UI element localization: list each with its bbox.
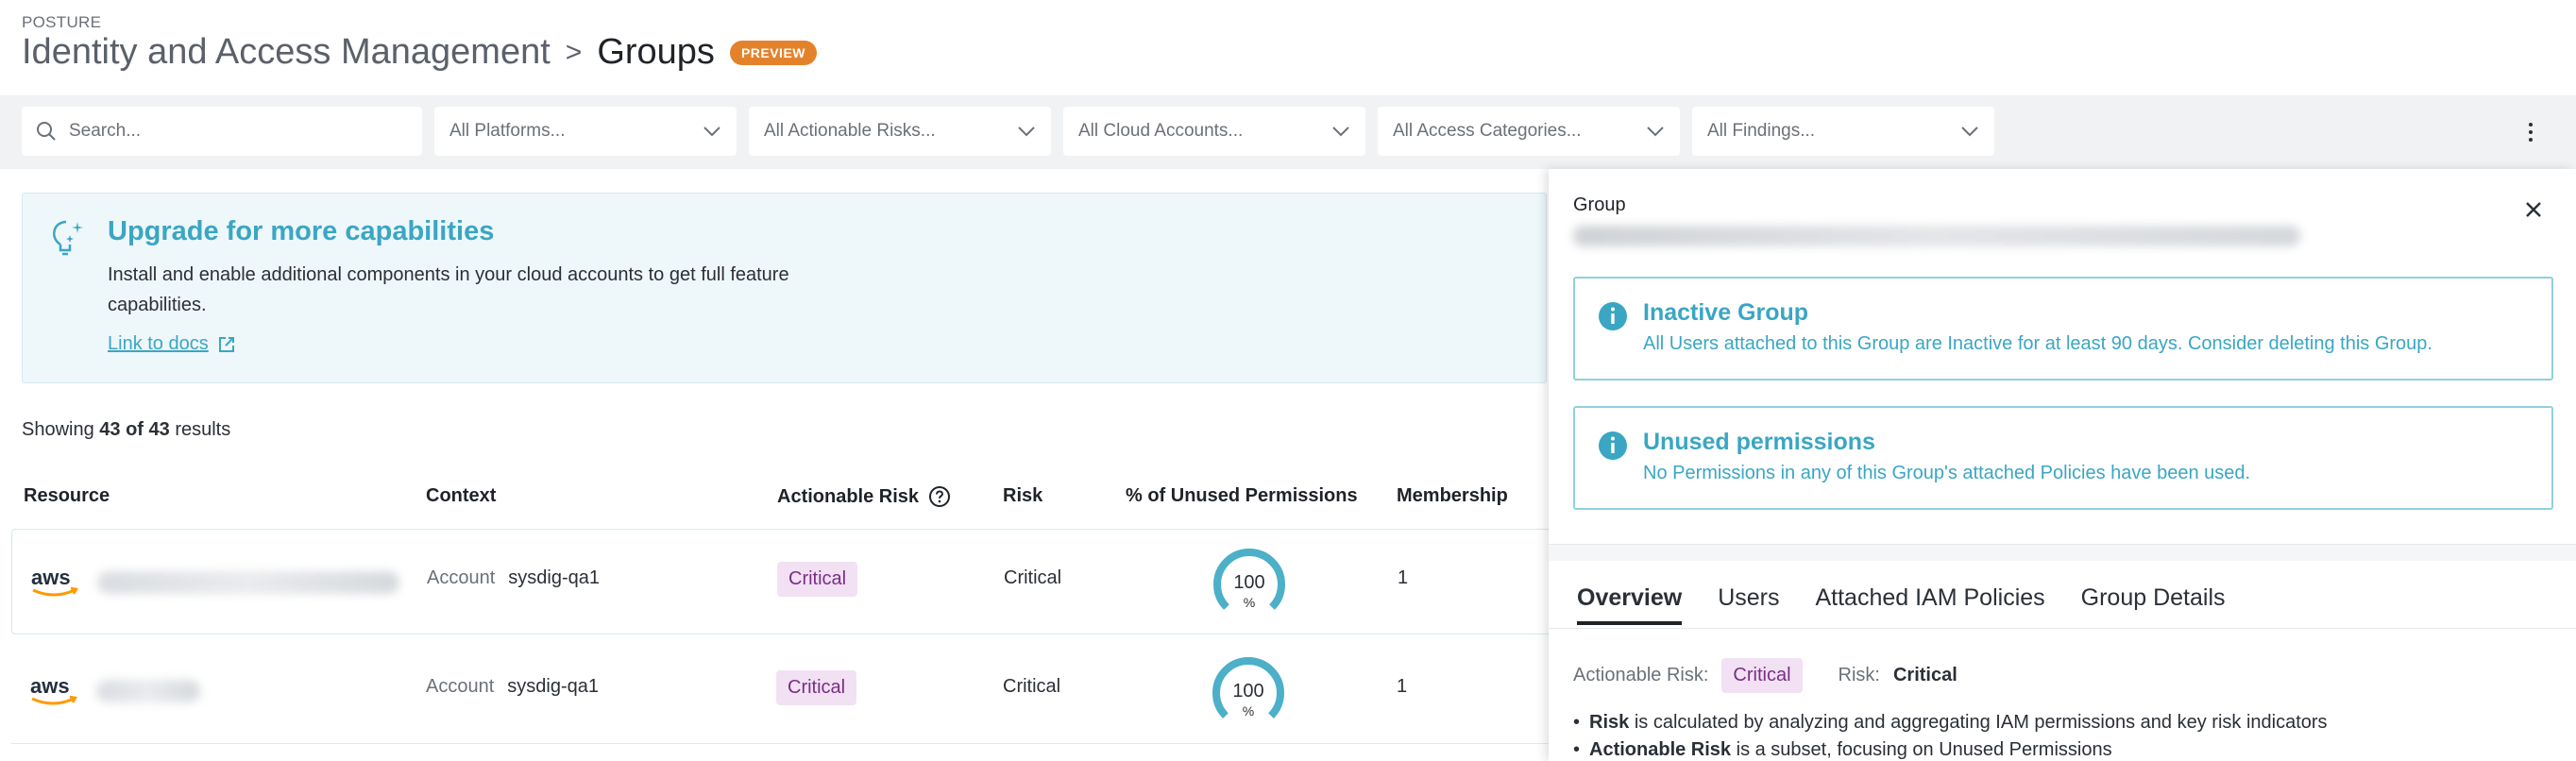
chevron-down-icon: [1647, 127, 1664, 137]
list-item: Actionable Risk is a subset, focusing on…: [1573, 736, 2328, 761]
search-box[interactable]: [22, 107, 422, 156]
gauge-value: 100: [1233, 572, 1264, 593]
svg-text:aws: aws: [31, 566, 71, 589]
unused-permissions-gauge: 100 %: [1212, 657, 1284, 719]
info-icon: [1599, 431, 1627, 460]
critical-badge: Critical: [777, 562, 858, 597]
risk-value: Critical: [1892, 665, 1957, 685]
risk-summary: Actionable Risk: Critical Risk: Critical: [1573, 658, 1957, 693]
more-options-icon[interactable]: [2519, 118, 2542, 146]
actionable-risks-dropdown-label: All Actionable Risks...: [764, 121, 936, 141]
tabs-divider: [1549, 628, 2576, 629]
close-icon[interactable]: [2523, 199, 2544, 220]
unused-permissions-gauge: 100 %: [1213, 549, 1285, 610]
search-icon: [37, 122, 56, 141]
section-divider: [1549, 544, 2576, 561]
eyebrow-label: POSTURE: [22, 13, 102, 31]
breadcrumb-separator: >: [565, 36, 583, 68]
drawer-label: Group: [1573, 194, 1626, 215]
column-header-actionable-risk[interactable]: Actionable Risk: [777, 485, 951, 508]
alert-text: All Users attached to this Group are Ina…: [1643, 333, 2432, 354]
gauge-unit: %: [1244, 595, 1255, 610]
breadcrumb-section[interactable]: Identity and Access Management: [22, 32, 551, 73]
page-title: Groups: [597, 32, 715, 72]
column-header-risk[interactable]: Risk: [1003, 485, 1042, 507]
aws-logo-icon: aws: [31, 566, 79, 597]
chevron-down-icon: [1961, 127, 1978, 137]
preview-badge: PREVIEW: [729, 40, 818, 65]
platforms-dropdown-label: All Platforms...: [449, 121, 566, 141]
svg-text:aws: aws: [30, 674, 70, 698]
column-header-resource[interactable]: Resource: [24, 485, 110, 507]
column-header-membership[interactable]: Membership: [1397, 485, 1508, 507]
inactive-group-alert: Inactive Group All Users attached to thi…: [1573, 277, 2553, 380]
membership-cell: 1: [1398, 567, 1409, 588]
alert-title: Unused permissions: [1643, 429, 1875, 455]
page-header: POSTURE Identity and Access Management >…: [0, 0, 2576, 95]
group-detail-drawer: Group Inactive Group All Users attached …: [1549, 169, 2576, 761]
drawer-tabs: Overview Users Attached IAM Policies Gro…: [1577, 584, 2226, 625]
chevron-down-icon: [1018, 127, 1035, 137]
upgrade-banner: Upgrade for more capabilities Install an…: [22, 193, 1547, 383]
actionable-risks-dropdown[interactable]: All Actionable Risks...: [749, 107, 1051, 156]
alert-title: Inactive Group: [1643, 299, 1809, 326]
banner-text: Install and enable additional components…: [108, 264, 789, 315]
access-categories-dropdown[interactable]: All Access Categories...: [1378, 107, 1680, 156]
results-count-value: 43 of 43: [99, 419, 170, 440]
breadcrumb: Identity and Access Management > Groups …: [22, 32, 818, 73]
risk-cell: Critical: [1003, 676, 1061, 697]
actionable-risk-cell: Critical: [776, 670, 857, 705]
resource-name-redacted[interactable]: [96, 680, 200, 702]
platforms-dropdown[interactable]: All Platforms...: [434, 107, 737, 156]
critical-badge: Critical: [1721, 658, 1803, 693]
list-item: Risk is calculated by analyzing and aggr…: [1573, 709, 2328, 736]
tab-attached-iam-policies[interactable]: Attached IAM Policies: [1815, 584, 2044, 625]
context-account: sysdig-qa1: [507, 676, 599, 697]
banner-title: Upgrade for more capabilities: [108, 216, 495, 246]
table-row[interactable]: aws Account sysdig-qa1 Critical Critical…: [11, 638, 1551, 744]
filter-bar: All Platforms... All Actionable Risks...…: [0, 95, 2576, 169]
cloud-accounts-dropdown[interactable]: All Cloud Accounts...: [1063, 107, 1365, 156]
critical-badge: Critical: [776, 670, 857, 705]
context-cell: Account sysdig-qa1: [426, 676, 599, 697]
alert-text: No Permissions in any of this Group's at…: [1643, 463, 2251, 483]
results-count: Showing 43 of 43 results: [22, 419, 231, 440]
docs-link-label: Link to docs: [108, 333, 209, 354]
findings-dropdown[interactable]: All Findings...: [1692, 107, 1994, 156]
column-header-unused-permissions[interactable]: % of Unused Permissions: [1126, 485, 1358, 507]
tab-group-details[interactable]: Group Details: [2081, 584, 2226, 625]
column-header-context[interactable]: Context: [426, 485, 496, 507]
membership-cell: 1: [1397, 676, 1408, 697]
cloud-accounts-dropdown-label: All Cloud Accounts...: [1078, 121, 1244, 141]
chevron-down-icon: [1332, 127, 1349, 137]
risk-explanation-list: Risk is calculated by analyzing and aggr…: [1573, 709, 2328, 761]
gauge-unit: %: [1243, 703, 1254, 719]
info-icon: [1599, 302, 1627, 330]
tab-users[interactable]: Users: [1718, 584, 1779, 625]
help-icon[interactable]: [928, 485, 951, 508]
search-input[interactable]: [69, 121, 390, 142]
findings-dropdown-label: All Findings...: [1707, 121, 1816, 141]
resource-name-redacted[interactable]: [97, 571, 399, 594]
actionable-risk-cell: Critical: [777, 562, 858, 597]
external-link-icon: [218, 336, 234, 352]
access-categories-dropdown-label: All Access Categories...: [1393, 121, 1582, 141]
risk-cell: Critical: [1004, 567, 1062, 588]
lightbulb-icon: [53, 220, 83, 256]
tab-overview[interactable]: Overview: [1577, 584, 1683, 625]
context-account: sysdig-qa1: [508, 567, 600, 588]
unused-permissions-alert: Unused permissions No Permissions in any…: [1573, 406, 2553, 510]
gauge-value: 100: [1232, 681, 1263, 702]
group-name-redacted: [1573, 226, 2300, 246]
aws-logo-icon: aws: [30, 674, 78, 705]
table-row[interactable]: aws Account sysdig-qa1 Critical Critical…: [11, 529, 1551, 634]
docs-link[interactable]: Link to docs: [108, 333, 235, 355]
context-cell: Account sysdig-qa1: [427, 567, 600, 588]
chevron-down-icon: [703, 127, 720, 137]
